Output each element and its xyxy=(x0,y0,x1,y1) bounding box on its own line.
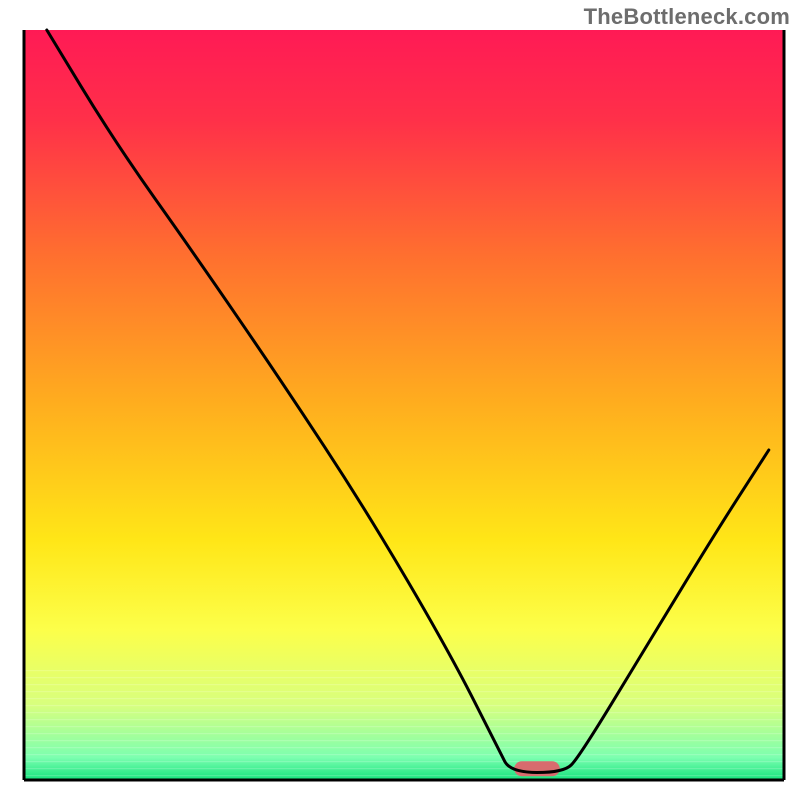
bottleneck-chart xyxy=(0,0,800,800)
chart-container: TheBottleneck.com xyxy=(0,0,800,800)
chart-background xyxy=(24,30,784,780)
watermark-text: TheBottleneck.com xyxy=(584,4,790,30)
